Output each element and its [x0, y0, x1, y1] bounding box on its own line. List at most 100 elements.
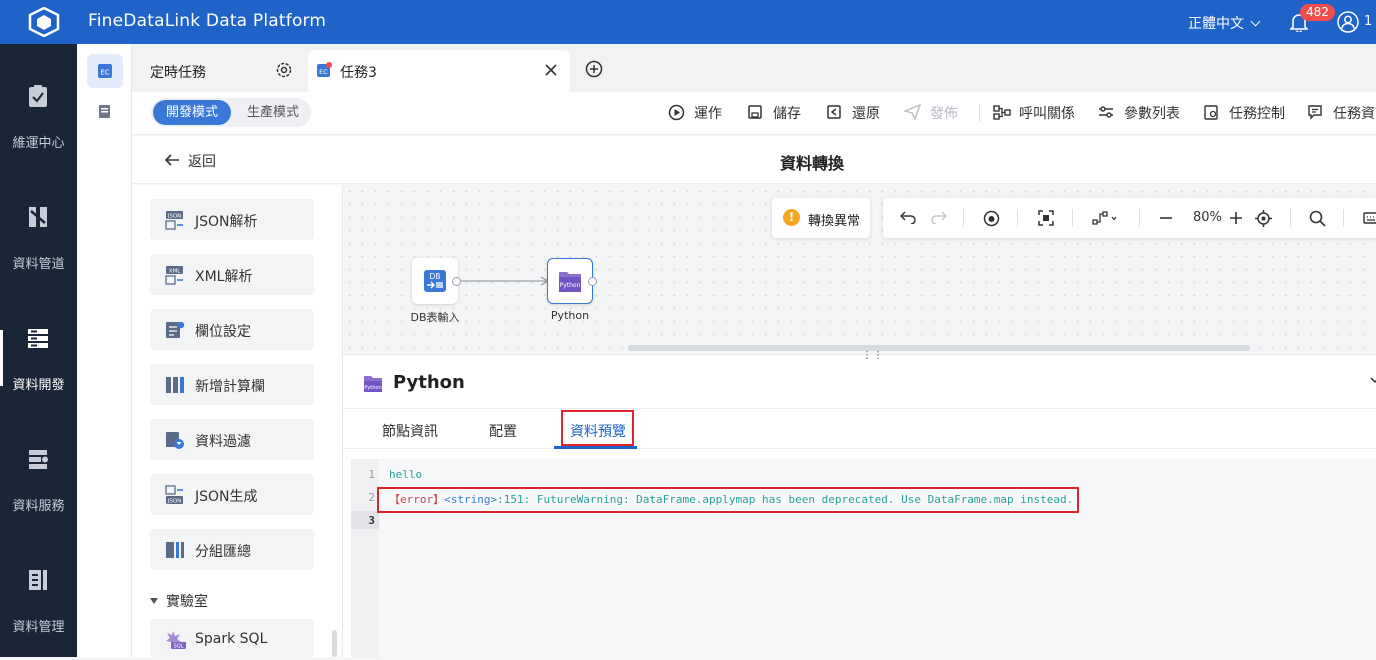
toolbar-divider: [1072, 209, 1073, 227]
nav-label: 資料管道: [12, 257, 65, 272]
data-manage-icon: [29, 570, 47, 590]
lab-section-header[interactable]: 實驗室: [150, 591, 208, 611]
language-selector[interactable]: 正體中文: [1188, 13, 1261, 33]
gear-icon[interactable]: [275, 61, 293, 79]
caret-down-icon: [150, 598, 158, 604]
toolbar-divider: [979, 104, 980, 122]
nav-item-data-service[interactable]: 資料服務: [0, 407, 77, 527]
publish-label: 發佈: [930, 106, 958, 122]
operator-label: 資料過濾: [195, 434, 251, 450]
operator-spark-sql[interactable]: SQL Spark SQL: [150, 619, 314, 660]
node-output-port[interactable]: [452, 277, 461, 286]
operator-label: Spark SQL: [195, 631, 268, 647]
exception-label: 轉換異常: [808, 214, 861, 229]
operator-group-summary[interactable]: 分組匯總: [150, 529, 314, 570]
svg-text:JSON: JSON: [167, 213, 182, 219]
preview-eye-icon[interactable]: [983, 210, 1000, 227]
add-tab-icon[interactable]: [585, 60, 603, 78]
operator-label: 新增計算欄: [195, 379, 265, 395]
node-label-db: DB表輸入: [410, 311, 460, 324]
prod-mode-button[interactable]: 生產模式: [237, 100, 309, 125]
info-message-icon: [1308, 105, 1322, 120]
palette-scrollbar[interactable]: [332, 630, 337, 657]
canvas-toolbar: 80%: [883, 198, 1376, 238]
node-detail-tabs: 節點資訊 配置 資料預覽: [343, 408, 1376, 449]
dev-mode-button[interactable]: 開發模式: [153, 100, 231, 125]
tab-config[interactable]: 配置: [489, 421, 517, 441]
nav-item-ops-center[interactable]: 維運中心: [0, 44, 77, 164]
operator-json-generate[interactable]: JSON JSON生成: [150, 474, 314, 515]
toolbar-divider: [1343, 209, 1344, 227]
tab-task3[interactable]: EC 任務3: [308, 50, 570, 92]
flow-canvas[interactable]: ! 轉換異常 80% DB DB表輸入 Python Python: [343, 185, 1376, 353]
task-icon: EC: [317, 62, 332, 77]
app-title: FineDataLink Data Platform: [88, 11, 327, 31]
nav-item-pipeline[interactable]: 資料管道: [0, 165, 77, 285]
svg-text:JSON: JSON: [167, 498, 182, 504]
conversion-exception-indicator[interactable]: ! 轉換異常: [772, 198, 870, 238]
operator-add-calc-column[interactable]: 新增計算欄: [150, 364, 314, 405]
left-nav: 維運中心 資料管道 資料開發 資料服務 資料管理: [0, 44, 77, 657]
title-bar: 返回 資料轉換: [132, 136, 1376, 184]
tab-label: 定時任務: [150, 65, 206, 81]
node-detail-title: Python: [393, 372, 465, 393]
sub-nav: EC: [77, 44, 132, 657]
chevron-down-icon[interactable]: [1370, 377, 1376, 385]
nav-label: 資料服務: [12, 499, 65, 514]
language-label: 正體中文: [1188, 16, 1244, 32]
operator-field-setting[interactable]: 欄位設定: [150, 309, 314, 350]
python-node-icon: Python: [364, 376, 382, 392]
highlight-box-tab: [561, 410, 634, 446]
tab-scheduled-tasks[interactable]: 定時任務: [132, 50, 304, 92]
operator-data-filter[interactable]: 資料過濾: [150, 419, 314, 460]
document-icon[interactable]: [97, 104, 112, 119]
mode-switch: 開發模式 生產模式: [151, 98, 311, 127]
operator-label: 分組匯總: [195, 544, 251, 560]
fit-view-icon[interactable]: [1038, 210, 1054, 226]
restore-label: 還原: [852, 106, 880, 122]
line-number: 3: [368, 514, 375, 527]
nav-item-data-manage[interactable]: 資料管理: [0, 528, 77, 648]
param-list-label: 參數列表: [1124, 106, 1180, 122]
user-name[interactable]: 1: [1364, 14, 1372, 29]
play-icon: [668, 104, 685, 121]
tab-node-info[interactable]: 節點資訊: [382, 421, 438, 441]
redo-icon[interactable]: [931, 210, 947, 224]
zoom-out-icon[interactable]: [1159, 216, 1173, 220]
zoom-in-icon[interactable]: [1229, 211, 1243, 225]
node-python[interactable]: Python: [547, 258, 593, 304]
run-label: 運作: [694, 106, 722, 122]
db-badge-text: DB: [430, 272, 441, 281]
search-icon[interactable]: [1309, 210, 1326, 227]
node-output-port[interactable]: [588, 277, 597, 286]
nav-label: 資料管理: [12, 620, 65, 635]
relation-icon: [993, 105, 1011, 120]
warning-icon: !: [783, 209, 800, 226]
top-bar: FineDataLink Data Platform 正體中文 482 1: [0, 0, 1376, 44]
locate-icon[interactable]: [1255, 210, 1272, 227]
json-parse-icon: JSON: [165, 211, 183, 230]
operator-label: XML解析: [195, 269, 253, 285]
save-label: 儲存: [773, 106, 801, 122]
subnav-dev-task[interactable]: EC: [87, 54, 123, 88]
svg-text:EC: EC: [319, 68, 328, 76]
calc-column-icon: [166, 377, 184, 393]
close-icon[interactable]: [544, 63, 558, 77]
operator-json-parse[interactable]: JSON JSON解析: [150, 199, 314, 240]
undo-icon[interactable]: [900, 210, 916, 224]
keyboard-icon[interactable]: [1363, 212, 1376, 224]
field-setting-icon: [166, 321, 185, 338]
data-preview-output[interactable]: 1 2 3 hello 【error】<string>:151: FutureW…: [351, 459, 1376, 658]
tab-label: 任務3: [340, 65, 377, 81]
user-avatar-icon[interactable]: [1337, 11, 1359, 33]
python-badge-text: Python: [364, 385, 381, 391]
layout-dropdown-icon[interactable]: [1092, 210, 1118, 226]
nav-label: 維運中心: [12, 136, 65, 151]
task-control-icon: [1204, 105, 1218, 120]
operator-xml-parse[interactable]: XML XML解析: [150, 254, 314, 295]
resize-grip-icon[interactable]: ⋮⋮: [862, 350, 884, 361]
canvas-horizontal-scrollbar[interactable]: [628, 345, 1250, 351]
svg-text:EC: EC: [100, 69, 109, 77]
nav-item-data-dev[interactable]: 資料開發: [0, 286, 77, 406]
operator-label: JSON生成: [195, 489, 258, 505]
